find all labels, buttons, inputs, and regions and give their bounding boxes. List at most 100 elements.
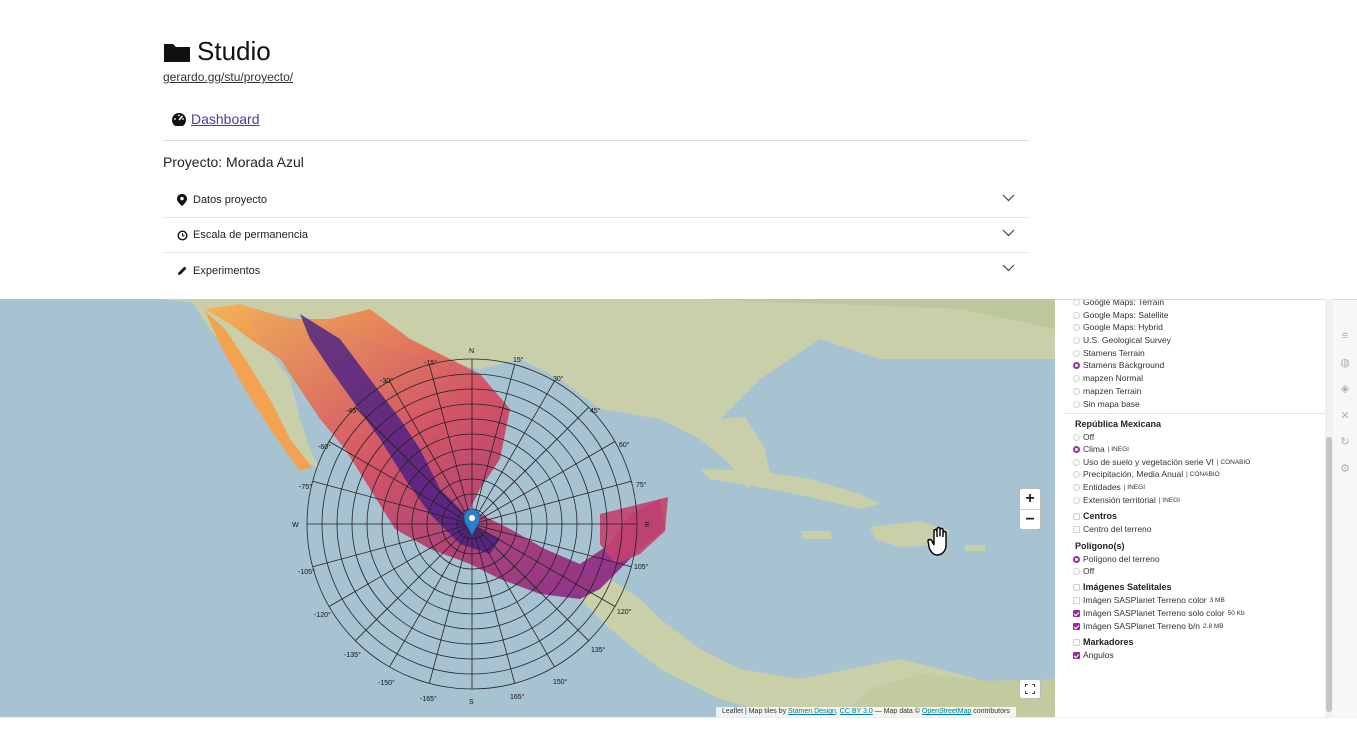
radio-button[interactable] [1073, 567, 1080, 575]
option-label: Off [1083, 566, 1095, 576]
group-title-imagenes[interactable]: Imágenes Satelitales [1073, 582, 1172, 592]
accordion-experimentos[interactable]: Experimentos [163, 253, 1029, 288]
option-size: 50 Kb [1227, 609, 1245, 617]
option-label: Clima [1083, 444, 1105, 454]
radio-button[interactable] [1073, 433, 1080, 441]
radio-button[interactable] [1073, 470, 1080, 478]
clock-icon [175, 230, 189, 241]
basemap-option[interactable]: Stamens Background [1073, 360, 1164, 370]
layers-panel: Google Maps: Terrain Google Maps: Satell… [1055, 299, 1325, 717]
checkbox[interactable] [1073, 525, 1080, 533]
dashboard-nav[interactable]: Dashboard [171, 111, 260, 127]
option-source: | INEGI [1158, 496, 1180, 504]
zoom-out-button[interactable]: − [1020, 510, 1040, 530]
section-divider [1065, 413, 1325, 414]
chevron-down-icon[interactable] [1002, 264, 1015, 272]
map-canvas[interactable]: N S W E 15° 30° 45° 60° 75° 105° 120° 13… [0, 299, 1055, 717]
dashboard-link[interactable]: Dashboard [191, 111, 260, 127]
checkbox[interactable] [1073, 638, 1080, 646]
collapse-icon[interactable]: ✕ [1339, 410, 1351, 422]
radio-button[interactable] [1073, 323, 1080, 331]
accordion-escala-permanencia[interactable]: Escala de permanencia [163, 218, 1029, 253]
group-title-poligonos: Polígono(s) [1075, 541, 1125, 551]
osm-link[interactable]: OpenStreetMap [922, 708, 971, 715]
layer-option[interactable]: Entidades | INEGI [1073, 482, 1145, 492]
layer-option[interactable]: Imágen SASPlanet Terreno color 3 MB [1073, 595, 1225, 605]
radio-button[interactable] [1073, 336, 1080, 344]
angle-spoke [355, 523, 473, 641]
site-url-link[interactable]: gerardo.gg/stu/proyecto/ [163, 70, 293, 84]
layer-option[interactable]: Uso de suelo y vegetación serie VI | CONA… [1073, 457, 1250, 467]
gear-icon[interactable]: ⚙ [1339, 463, 1351, 475]
globe-icon[interactable]: ◍ [1339, 357, 1351, 369]
radio-button[interactable] [1073, 458, 1080, 466]
angle-label: -75° [299, 483, 312, 491]
zoom-in-button[interactable]: + [1020, 489, 1040, 509]
basemap-option[interactable]: Google Maps: Terrain [1073, 299, 1165, 307]
angle-label: 120° [617, 608, 632, 616]
stamen-link[interactable]: Stamen Design [788, 708, 836, 715]
option-label: Stamens Background [1083, 360, 1165, 370]
basemap-option[interactable]: Google Maps: Satellite [1073, 310, 1169, 320]
option-source: | INEGI [1107, 445, 1129, 453]
map-svg: N S W E 15° 30° 45° 60° 75° 105° 120° 13… [160, 299, 1055, 717]
layer-option[interactable]: Clima | INEGI [1073, 444, 1129, 454]
checkbox-checked[interactable] [1073, 651, 1080, 659]
radio-button[interactable] [1073, 349, 1080, 357]
checkbox[interactable] [1073, 596, 1080, 604]
chevron-down-icon[interactable] [1002, 194, 1015, 202]
layer-option[interactable]: Imágen SASPlanet Terreno b/n 2.8 MB [1073, 621, 1224, 631]
basemap-option[interactable]: mapzen Normal [1073, 373, 1143, 383]
angle-label: 30° [553, 375, 564, 383]
option-label: Off [1083, 432, 1095, 442]
refresh-icon[interactable]: ↻ [1339, 436, 1351, 448]
basemap-option[interactable]: Stamens Terrain [1073, 348, 1145, 358]
radio-button-selected[interactable] [1073, 445, 1080, 453]
layer-option[interactable]: Imágen SASPlanet Terreno solo color 50 Kb [1073, 608, 1245, 618]
attribution-middle: — Map data © [874, 708, 920, 715]
radio-button[interactable] [1073, 374, 1080, 382]
basemap-option[interactable]: Sin mapa base [1073, 399, 1140, 409]
basemap-option[interactable]: mapzen Terrain [1073, 386, 1141, 396]
option-label: Uso de suelo y vegetación serie VI [1083, 457, 1214, 467]
scrollbar-thumb[interactable] [1326, 437, 1332, 712]
radio-button[interactable] [1073, 387, 1080, 395]
option-label: Google Maps: Terrain [1083, 299, 1165, 307]
fullscreen-button[interactable] [1019, 679, 1041, 699]
layers-icon[interactable]: ◈ [1339, 383, 1351, 395]
checkbox[interactable] [1073, 512, 1080, 520]
angle-label: -105° [298, 568, 315, 576]
radio-button[interactable] [1073, 400, 1080, 408]
angle-label: 150° [553, 678, 568, 686]
radio-button-selected[interactable] [1073, 555, 1080, 563]
radio-button[interactable] [1073, 483, 1080, 491]
chevron-down-icon[interactable] [1002, 229, 1015, 237]
group-title-centros[interactable]: Centros [1073, 511, 1117, 521]
radio-button-selected[interactable] [1073, 361, 1080, 369]
layer-option[interactable]: Off [1073, 566, 1094, 576]
layer-option[interactable]: Ángulos [1073, 650, 1114, 660]
layer-option[interactable]: Centro del terreno [1073, 524, 1152, 534]
layers-scrollbar[interactable] [1325, 299, 1333, 717]
option-label: Polígono del terreno [1083, 554, 1160, 564]
basemap-option[interactable]: Google Maps: Hybrid [1073, 322, 1163, 332]
menu-icon[interactable]: ≡ [1339, 330, 1351, 342]
radio-button[interactable] [1073, 300, 1080, 306]
layer-option[interactable]: Precipitación, Media Anual | CONABIO [1073, 469, 1220, 479]
cc-link[interactable]: CC BY 3.0 [840, 708, 873, 715]
layer-option[interactable]: Polígono del terreno [1073, 554, 1160, 564]
checkbox-checked[interactable] [1073, 622, 1080, 630]
accordion-datos-proyecto[interactable]: Datos proyecto [163, 183, 1029, 218]
group-title-markadores[interactable]: Markadores [1073, 637, 1134, 647]
radio-button[interactable] [1073, 496, 1080, 504]
checkbox-checked[interactable] [1073, 609, 1080, 617]
group-title-republica: República Mexicana [1075, 419, 1162, 429]
basemap-option[interactable]: U.S. Geological Survey [1073, 335, 1171, 345]
radio-button[interactable] [1073, 311, 1080, 319]
accordion-label: Datos proyecto [193, 194, 267, 206]
option-label: Stamens Terrain [1083, 348, 1145, 358]
layer-option[interactable]: Off [1073, 432, 1094, 442]
checkbox[interactable] [1073, 583, 1080, 591]
land-jamaica [800, 531, 832, 539]
layer-option[interactable]: Extensión territorial | INEGI [1073, 495, 1180, 505]
